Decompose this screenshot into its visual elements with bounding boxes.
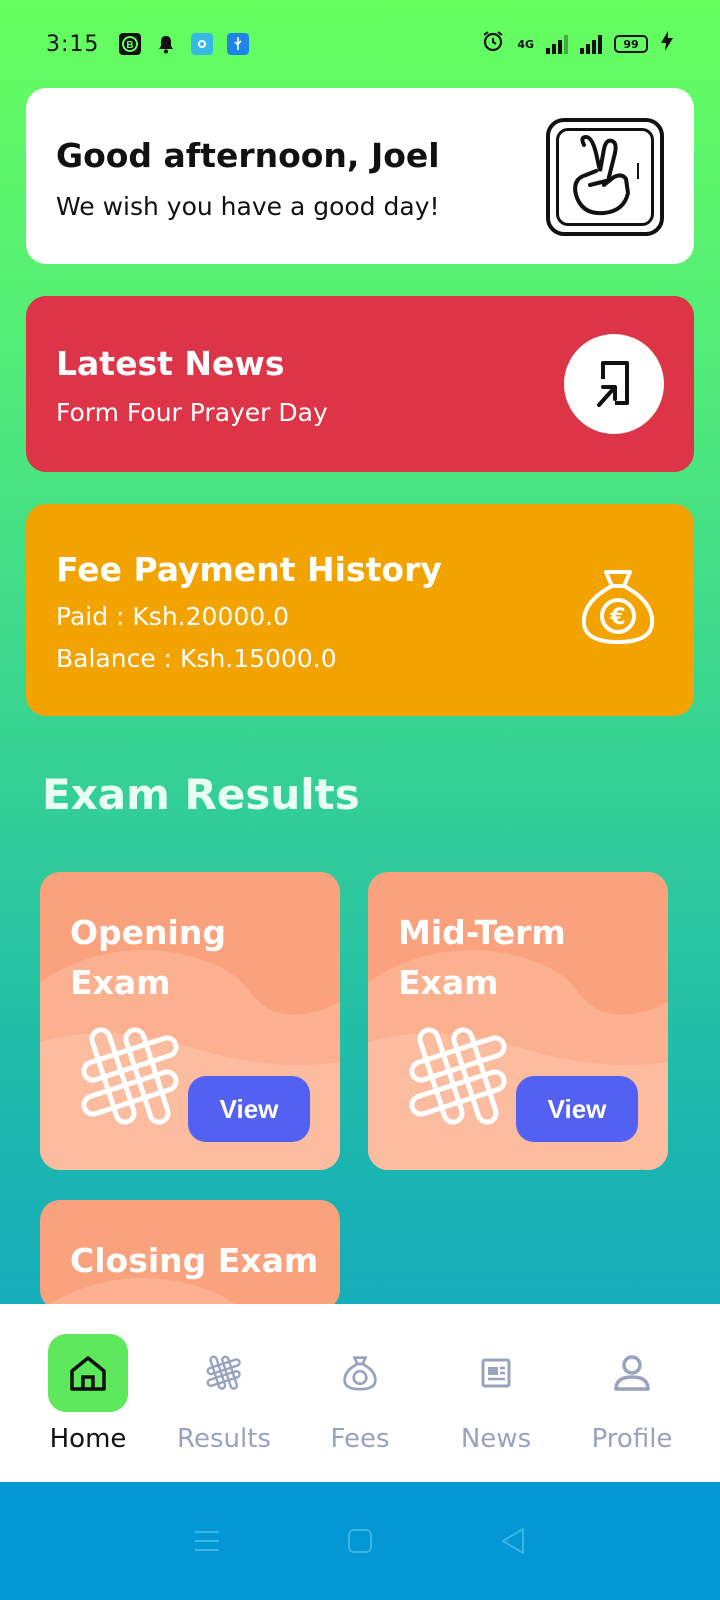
battery-icon: 99 [614, 35, 648, 53]
nav-label: Profile [591, 1424, 673, 1454]
fee-payment-history-card[interactable]: Fee Payment History Paid : Ksh.20000.0 B… [26, 504, 694, 716]
svg-text:B: B [127, 40, 134, 51]
b-app-icon: B [119, 33, 142, 55]
signal-icon-2 [580, 34, 602, 54]
status-time: 3:15 [46, 31, 100, 57]
fee-balance: Balance : Ksh.15000.0 [56, 644, 337, 673]
nav-item-home[interactable]: Home [20, 1304, 156, 1482]
money-bag-euro-icon: € [578, 566, 658, 650]
signal-icon [546, 34, 568, 54]
nav-label: Home [49, 1424, 127, 1454]
greeting-card: Good afternoon, Joel We wish you have a … [26, 88, 694, 264]
exam-card-opening[interactable]: Opening Exam View [40, 872, 340, 1170]
menu-icon[interactable] [187, 1521, 227, 1561]
app-icon [191, 33, 214, 55]
nav-item-profile[interactable]: Profile [564, 1304, 700, 1482]
nav-item-fees[interactable]: Fees [292, 1304, 428, 1482]
news-subtitle: Form Four Prayer Day [56, 398, 328, 427]
view-button[interactable]: View [516, 1076, 638, 1142]
home-square-icon[interactable] [340, 1521, 380, 1561]
view-button[interactable]: View [188, 1076, 310, 1142]
hashtag-icon [184, 1334, 264, 1412]
home-icon [48, 1334, 128, 1412]
exam-card-mid-term[interactable]: Mid-Term Exam View [368, 872, 668, 1170]
greeting-title: Good afternoon, Joel [56, 136, 440, 175]
fee-title: Fee Payment History [56, 550, 442, 589]
system-navigation-bar [0, 1482, 720, 1600]
greeting-subtitle: We wish you have a good day! [56, 192, 440, 221]
money-bag-icon [320, 1334, 400, 1412]
nav-label: Fees [330, 1424, 390, 1454]
bottom-navigation: Home Results Fees News Profile [0, 1304, 720, 1482]
usb-icon [227, 33, 250, 55]
news-title: Latest News [56, 344, 285, 383]
nav-item-results[interactable]: Results [156, 1304, 292, 1482]
newspaper-icon [456, 1334, 536, 1412]
open-news-button[interactable] [564, 334, 664, 434]
nav-label: Results [177, 1424, 271, 1454]
peace-hand-icon [546, 118, 664, 236]
hashtag-icon [404, 1022, 514, 1136]
alarm-icon [481, 29, 505, 59]
notification-bell-icon [155, 33, 177, 55]
fee-paid: Paid : Ksh.20000.0 [56, 602, 289, 631]
latest-news-card[interactable]: Latest News Form Four Prayer Day [26, 296, 694, 472]
back-triangle-icon[interactable] [493, 1521, 533, 1561]
svg-text:€: € [609, 605, 625, 630]
exam-title: Mid-Term Exam [398, 913, 566, 1002]
open-link-icon [597, 361, 629, 407]
charging-icon [660, 30, 674, 58]
status-bar: 3:15 B 4G 99 [0, 0, 720, 88]
person-icon [592, 1334, 672, 1412]
hashtag-icon [76, 1022, 186, 1136]
exam-card-closing[interactable]: Closing Exam [40, 1200, 340, 1310]
network-type: 4G [517, 37, 534, 51]
exam-title: Closing Exam [70, 1241, 319, 1280]
nav-item-news[interactable]: News [428, 1304, 564, 1482]
exam-results-title: Exam Results [42, 770, 360, 819]
exam-title: Opening Exam [70, 913, 226, 1002]
nav-label: News [460, 1424, 532, 1454]
